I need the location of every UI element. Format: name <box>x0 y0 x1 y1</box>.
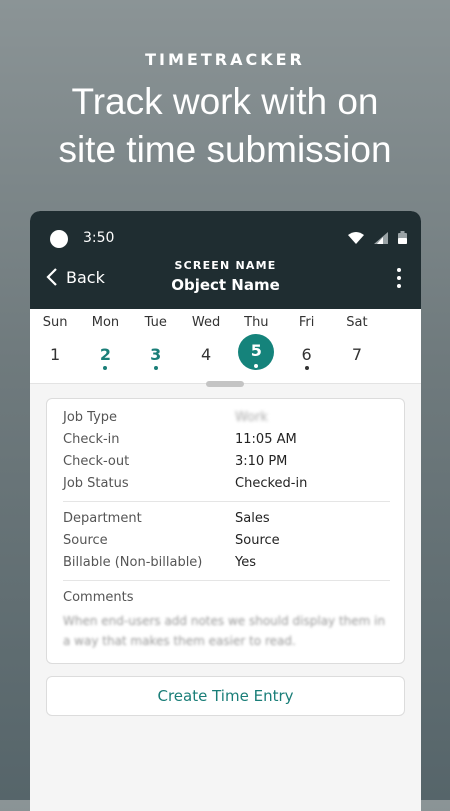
drag-handle[interactable] <box>206 381 244 387</box>
day-name: Fri <box>298 315 315 330</box>
day-number: 7 <box>351 345 363 364</box>
entry-dot <box>304 366 309 370</box>
status-bar: 3:50 <box>30 211 421 253</box>
phone-screen: 3:50 Back SCREEN NAME Object Name Sun 1 … <box>30 211 421 811</box>
day-tue[interactable]: Tue 3 <box>131 309 181 383</box>
detail-row: Check-out 3:10 PM <box>63 451 390 473</box>
detail-row: Billable (Non-billable) Yes <box>63 552 390 574</box>
create-time-entry-button[interactable]: Create Time Entry <box>46 676 405 716</box>
day-name: Tue <box>144 315 167 330</box>
divider <box>63 580 390 581</box>
status-time: 3:50 <box>83 230 115 246</box>
content-area: Job Type Work Check-in 11:05 AM Check-ou… <box>30 383 421 811</box>
day-name: Wed <box>191 315 221 330</box>
week-strip: Sun 1 Mon 2 Tue 3 Wed 4 Thu 5 Fri 6 Sat … <box>30 309 421 387</box>
detail-row: Department Sales <box>63 508 390 530</box>
detail-value: 11:05 AM <box>235 432 297 447</box>
entry-dot <box>254 364 259 368</box>
detail-label: Check-out <box>63 454 130 469</box>
day-name: Sat <box>346 315 368 330</box>
detail-row: Check-in 11:05 AM <box>63 429 390 451</box>
day-sat[interactable]: Sat 7 <box>332 309 382 383</box>
detail-label: Check-in <box>63 432 120 447</box>
day-number: 1 <box>50 345 61 364</box>
detail-value: Work <box>235 410 268 425</box>
day-mon[interactable]: Mon 2 <box>80 309 130 383</box>
signal-icon <box>374 231 388 244</box>
detail-label: Job Type <box>63 410 118 425</box>
detail-value: Yes <box>235 555 256 570</box>
comments-text: When end-users add notes we should displ… <box>63 614 386 648</box>
screen-name: SCREEN NAME <box>174 259 277 272</box>
detail-value: 3:10 PM <box>235 454 288 469</box>
comments-label: Comments <box>63 590 134 605</box>
circle-indicator-icon <box>50 230 68 248</box>
detail-label: Source <box>63 533 108 548</box>
promo-headline-line1: Track work with on <box>71 81 379 122</box>
detail-row: Source Source <box>63 530 390 552</box>
detail-value: Checked-in <box>235 476 308 491</box>
day-wed[interactable]: Wed 4 <box>181 309 231 383</box>
detail-row: Job Status Checked-in <box>63 473 390 495</box>
status-icons <box>348 231 407 244</box>
day-name: Mon <box>91 315 120 330</box>
detail-label: Department <box>63 511 142 526</box>
object-name: Object Name <box>171 276 280 294</box>
day-name: Thu <box>244 315 269 330</box>
promo-eyebrow: TIMETRACKER <box>145 50 305 69</box>
detail-label: Billable (Non-billable) <box>63 555 203 570</box>
entry-dot <box>103 366 108 370</box>
details-card: Job Type Work Check-in 11:05 AM Check-ou… <box>46 398 405 664</box>
day-thu[interactable]: Thu 5 <box>231 309 281 383</box>
entry-dot <box>153 366 158 370</box>
detail-row: Job Type Work <box>63 407 390 429</box>
promo-headline: Track work with on site time submission <box>0 78 450 174</box>
app-bar: Back SCREEN NAME Object Name <box>30 253 421 309</box>
detail-value: Sales <box>235 511 270 526</box>
detail-value: Source <box>235 533 280 548</box>
day-sun[interactable]: Sun 1 <box>30 309 80 383</box>
wifi-icon <box>348 231 364 244</box>
more-vertical-icon[interactable] <box>397 268 401 292</box>
day-fri[interactable]: Fri 6 <box>281 309 331 383</box>
day-number: 4 <box>200 345 212 364</box>
divider <box>63 501 390 502</box>
promo-headline-line2: site time submission <box>58 129 392 170</box>
day-name: Sun <box>42 315 68 330</box>
detail-label: Job Status <box>63 476 129 491</box>
battery-icon <box>398 231 407 244</box>
app-bar-titles: SCREEN NAME Object Name <box>30 259 421 294</box>
